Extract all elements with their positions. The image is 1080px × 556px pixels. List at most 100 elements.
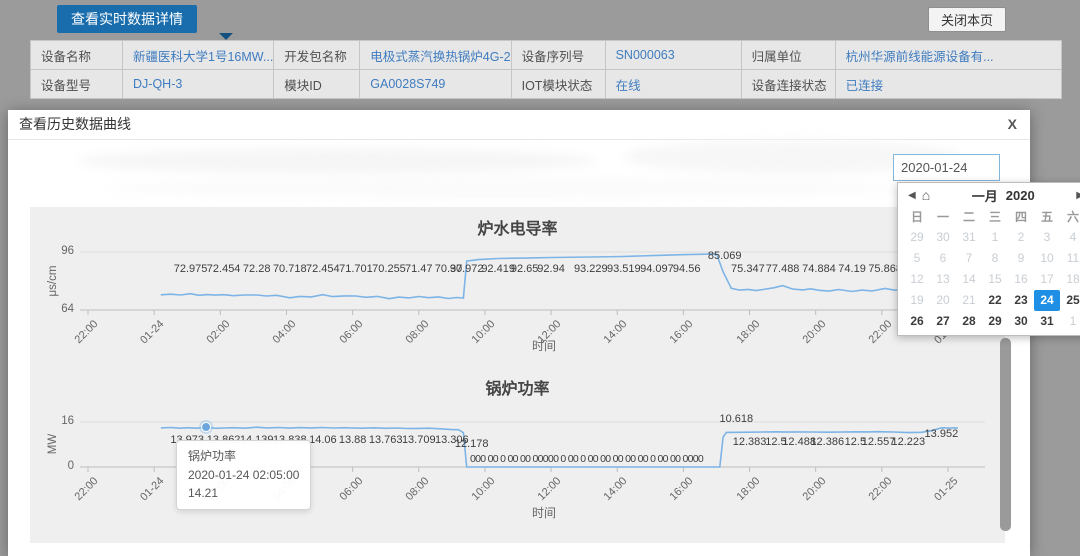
info-value-link[interactable]: 电极式蒸汽换热锅炉4G-2 [359, 40, 512, 70]
data-point-label: 94.56 [672, 263, 701, 275]
x-axis-title: 时间 [531, 339, 556, 353]
info-value-link[interactable]: DJ-QH-3 [121, 69, 275, 99]
calendar-day[interactable]: 25 [1060, 290, 1080, 311]
y-axis-tick-label: 64 [61, 303, 74, 315]
data-point-label: 10.618 [719, 413, 754, 425]
calendar-week-row: 19 20 21 22 23 24 25 [904, 290, 1080, 311]
calendar-day[interactable]: 26 [904, 311, 930, 332]
calendar-week-row: 26 27 28 29 30 31 1 [904, 311, 1080, 332]
calendar-day: 17 [1040, 272, 1054, 286]
date-picker-popup: ◀ ⌂ 一月 2020 ▶ 日一二三四五六2930311234567891011… [897, 182, 1080, 336]
info-value-link[interactable]: 杭州华源前线能源设备有... [834, 40, 1062, 70]
history-data-modal: 查看历史数据曲线 X 锅炉功率 2020-01-24 02:05:00 14.2… [8, 110, 1030, 556]
y-axis-tick-label: 16 [61, 415, 74, 427]
y-axis-title: μs/cm [47, 265, 59, 297]
tab-pointer-icon [219, 33, 233, 40]
zero-values-labels: 000 00 0 00 00 00000 0 00 0 00 00 00 00 … [470, 453, 704, 465]
calendar-dayname-row: 日一二三四五六 [904, 207, 1080, 227]
calendar-day: 31 [962, 230, 976, 244]
date-input[interactable] [893, 154, 1000, 181]
calendar-day: 20 [936, 293, 950, 307]
calendar-day: 1 [1069, 314, 1077, 328]
modal-scrollbar-thumb[interactable] [1000, 338, 1011, 531]
info-label: 模块ID [273, 69, 361, 99]
calendar-grid: 日一二三四五六 29 30 31 1 2 3 4 5 6 7 8 9 10 11 12 13 14 15 16 17 18… [898, 207, 1080, 332]
hover-point-marker [201, 422, 212, 433]
calendar-day[interactable]: 28 [956, 311, 982, 332]
calendar-year-label[interactable]: 2020 [1002, 188, 1039, 203]
calendar-day: 30 [936, 230, 950, 244]
tooltip-timestamp: 2020-01-24 02:05:00 [188, 467, 300, 482]
x-axis-title: 时间 [531, 506, 556, 520]
calendar-day: 8 [991, 251, 999, 265]
calendar-day: 21 [962, 293, 976, 307]
info-label: IOT模块状态 [510, 69, 606, 99]
info-label: 设备序列号 [510, 40, 606, 70]
calendar-week-row: 5 6 7 8 9 10 11 [904, 248, 1080, 269]
device-info-row: 设备名称 新疆医科大学1号16MW... 开发包名称 电极式蒸汽换热锅炉4G-2 设备序… [30, 40, 1062, 70]
calendar-day[interactable]: 27 [930, 311, 956, 332]
calendar-dayname: 六 [1066, 210, 1079, 224]
calendar-month-label[interactable]: 一月 [968, 186, 1002, 205]
modal-title: 查看历史数据曲线 [19, 116, 131, 132]
tooltip-value: 14.21 [188, 486, 219, 501]
chart-tooltip: 锅炉功率 2020-01-24 02:05:00 14.21 [176, 440, 312, 510]
calendar-home-icon[interactable]: ⌂ [919, 188, 933, 202]
calendar-day: 12 [910, 272, 924, 286]
series-line [160, 253, 958, 300]
y-axis-tick-label: 0 [67, 460, 74, 472]
calendar-day[interactable]: 29 [982, 311, 1008, 332]
calendar-day[interactable]: 22 [982, 290, 1008, 311]
calendar-day: 18 [1066, 272, 1080, 286]
modal-close-icon[interactable]: X [1008, 110, 1017, 139]
calendar-dayname: 一 [936, 210, 949, 224]
calendar-day: 6 [939, 251, 947, 265]
close-page-button[interactable]: 关闭本页 [928, 7, 1007, 32]
calendar-dayname: 日 [910, 210, 923, 224]
info-label: 开发包名称 [273, 40, 361, 70]
calendar-week-row: 12 13 14 15 16 17 18 [904, 269, 1080, 290]
calendar-week-row: 29 30 31 1 2 3 4 [904, 227, 1080, 248]
calendar-day: 2 [1017, 230, 1025, 244]
calendar-day: 11 [1066, 251, 1080, 265]
info-label: 设备名称 [30, 40, 123, 70]
calendar-dayname: 五 [1040, 210, 1053, 224]
info-label: 设备型号 [30, 69, 123, 99]
calendar-day: 5 [913, 251, 921, 265]
calendar-day[interactable]: 23 [1008, 290, 1034, 311]
redaction-smudge [78, 148, 598, 174]
calendar-day: 9 [1017, 251, 1025, 265]
data-point-label: 12.178 [454, 438, 489, 450]
calendar-day[interactable]: 30 [1008, 311, 1034, 332]
calendar-day: 15 [988, 272, 1002, 286]
info-value-link[interactable]: 新疆医科大学1号16MW... [121, 40, 275, 70]
info-value-link[interactable]: SN000063 [604, 40, 742, 70]
info-label: 设备连接状态 [740, 69, 836, 99]
calendar-day: 7 [965, 251, 973, 265]
info-label: 归属单位 [740, 40, 836, 70]
view-realtime-data-button[interactable]: 查看实时数据详情 [57, 5, 197, 33]
device-info-table: 设备名称 新疆医科大学1号16MW... 开发包名称 电极式蒸汽换热锅炉4G-2 设备序… [30, 40, 1062, 99]
calendar-day: 1 [991, 230, 999, 244]
redaction-smudge [103, 180, 903, 196]
info-value-link[interactable]: 在线 [604, 69, 742, 99]
calendar-dayname: 二 [962, 210, 975, 224]
calendar-next-icon[interactable]: ▶ [1073, 190, 1080, 201]
calendar-day: 3 [1043, 230, 1051, 244]
calendar-dayname: 四 [1014, 210, 1027, 224]
chart-title: 炉水电导率 [477, 221, 558, 238]
data-point-label: 85.069 [707, 250, 742, 262]
tooltip-series-name: 锅炉功率 [188, 449, 237, 463]
device-info-row: 设备型号 DJ-QH-3 模块ID GA0028S749 IOT模块状态 在线 设备连接状态… [30, 69, 1062, 99]
calendar-day: 13 [936, 272, 950, 286]
info-value-link[interactable]: GA0028S749 [359, 69, 512, 99]
calendar-day[interactable]: 31 [1034, 311, 1060, 332]
calendar-day: 10 [1040, 251, 1054, 265]
calendar-dayname: 三 [988, 210, 1001, 224]
y-axis-tick-label: 96 [61, 245, 74, 257]
calendar-header: ◀ ⌂ 一月 2020 ▶ [898, 183, 1080, 207]
calendar-day-selected[interactable]: 24 [1034, 290, 1060, 311]
info-value-link[interactable]: 已连接 [834, 69, 1062, 99]
page: 查看实时数据详情 关闭本页 设备名称 新疆医科大学1号16MW... 开发包名称 电极… [0, 0, 1080, 556]
calendar-prev-icon[interactable]: ◀ [905, 190, 919, 201]
